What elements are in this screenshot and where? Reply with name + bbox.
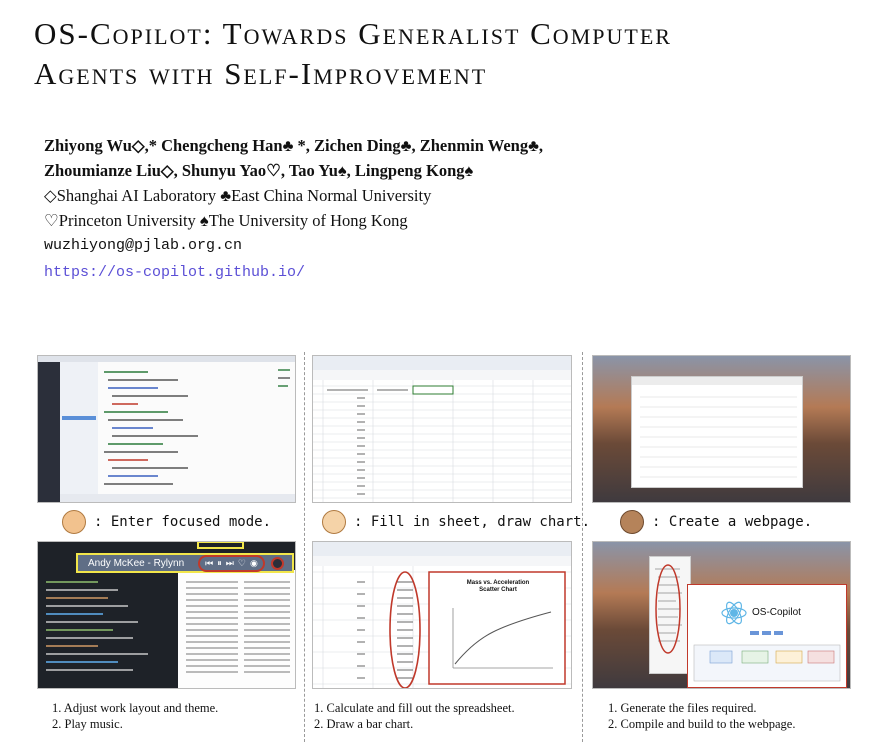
email: wuzhiyong@pjlab.org.cn bbox=[44, 237, 243, 254]
steps-column-2: 1. Calculate and fill out the spreadshee… bbox=[314, 700, 515, 732]
user-avatar-icon bbox=[322, 510, 346, 534]
heart-icon[interactable]: ♡ bbox=[238, 558, 246, 569]
screenshot-spreadsheet-chart: Mass vs. Acceleration Scatter Chart bbox=[312, 541, 572, 689]
step-item: 1. Adjust work layout and theme. bbox=[52, 701, 219, 715]
author-block: Zhiyong Wu◇,* Chengcheng Han♣ *, Zichen … bbox=[44, 133, 844, 285]
step-item: 2. Draw a bar chart. bbox=[314, 717, 414, 731]
pause-icon[interactable]: ⏸ bbox=[217, 558, 222, 569]
settings-icon[interactable]: ◉ bbox=[250, 558, 258, 569]
track-title: Andy McKee - Rylynn bbox=[88, 557, 185, 569]
title-line-1: OS-Copilot: Towards Generalist Computer bbox=[34, 16, 672, 51]
theme-icon[interactable] bbox=[270, 556, 284, 570]
chart-title: Mass vs. Acceleration Scatter Chart bbox=[466, 580, 530, 593]
caption-focused-mode: : Enter focused mode. bbox=[62, 510, 271, 534]
authors-line-1: Zhiyong Wu◇,* Chengcheng Han♣ *, Zichen … bbox=[44, 136, 544, 155]
steps-column-1: 1. Adjust work layout and theme. 2. Play… bbox=[52, 700, 218, 732]
paper-title: OS-Copilot: Towards Generalist Computer … bbox=[34, 14, 864, 94]
webpage-title: OS-Copilot bbox=[752, 607, 801, 618]
title-line-2: Agents with Self-Improvement bbox=[34, 56, 488, 91]
step-item: 1. Calculate and fill out the spreadshee… bbox=[314, 701, 515, 715]
affiliation-line-1: ◇Shanghai AI Laboratory ♣East China Norm… bbox=[44, 186, 432, 205]
screenshot-dark-editor: Andy McKee - Rylynn ⏮ ⏸ ⏭ ♡ ◉ bbox=[37, 541, 296, 689]
previous-icon[interactable]: ⏮ bbox=[205, 558, 213, 569]
user-avatar-icon bbox=[62, 510, 86, 534]
column-separator bbox=[304, 352, 305, 742]
screenshot-spreadsheet bbox=[312, 355, 572, 503]
music-player-bar[interactable]: Andy McKee - Rylynn ⏮ ⏸ ⏭ ♡ ◉ bbox=[76, 553, 294, 573]
affiliation-line-2: ♡Princeton University ♠The University of… bbox=[44, 211, 408, 230]
project-link[interactable]: https://os-copilot.github.io/ bbox=[44, 264, 305, 281]
webpage-window: OS-Copilot bbox=[687, 584, 847, 688]
step-item: 2. Compile and build to the webpage. bbox=[608, 717, 796, 731]
authors-line-2: Zhoumianze Liu◇, Shunyu Yao♡, Tao Yu♠, L… bbox=[44, 161, 474, 180]
next-icon[interactable]: ⏭ bbox=[226, 558, 234, 569]
screenshot-desktop-webpage: OS-Copilot bbox=[592, 541, 851, 689]
caption-create-webpage: : Create a webpage. bbox=[620, 510, 812, 534]
playback-controls[interactable]: ⏮ ⏸ ⏭ ♡ ◉ bbox=[198, 554, 265, 572]
user-avatar-icon bbox=[620, 510, 644, 534]
steps-column-3: 1. Generate the files required. 2. Compi… bbox=[608, 700, 795, 732]
step-item: 2. Play music. bbox=[52, 717, 123, 731]
screenshot-desktop-empty-window bbox=[592, 355, 851, 503]
step-item: 1. Generate the files required. bbox=[608, 701, 757, 715]
caption-fill-sheet: : Fill in sheet, draw chart. bbox=[322, 510, 590, 534]
column-separator bbox=[582, 352, 583, 742]
screenshot-code-editor bbox=[37, 355, 296, 503]
